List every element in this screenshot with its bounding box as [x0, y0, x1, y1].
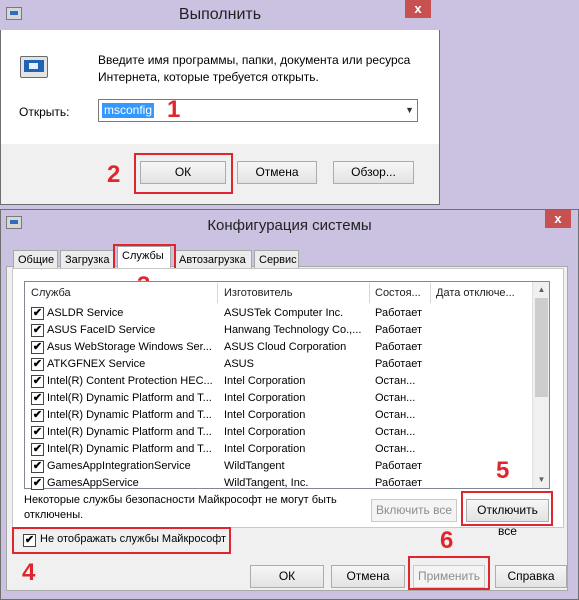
run-open-input-value[interactable]: msconfig [102, 103, 155, 118]
service-name: ASLDR Service [47, 307, 124, 319]
scroll-up-icon[interactable]: ▲ [533, 282, 550, 297]
service-status: Остан... [375, 443, 416, 455]
service-status: Остан... [375, 426, 416, 438]
service-name: ASUS FaceID Service [47, 324, 156, 336]
service-checkbox[interactable]: ✔ [31, 426, 44, 439]
service-status: Работает [375, 460, 423, 472]
service-name: Intel(R) Dynamic Platform and T... [47, 426, 212, 438]
services-scrollbar[interactable]: ▲ ▼ [532, 282, 549, 488]
service-status: Работает [375, 324, 423, 336]
service-status: Остан... [375, 375, 416, 387]
table-row[interactable]: ✔ GamesAppIntegrationService WildTangent Ра… [26, 458, 532, 475]
table-row[interactable]: ✔ ATKGFNEX Service ASUS Работает [26, 356, 532, 373]
disable-all-button[interactable]: Отключить все [466, 499, 549, 538]
service-checkbox[interactable]: ✔ [31, 409, 44, 422]
service-vendor: Intel Corporation [224, 375, 306, 387]
services-note: Некоторые службы безопасности Майкрософт… [24, 494, 337, 521]
run-open-label: Открыть: [19, 105, 70, 119]
column-divider[interactable] [369, 283, 370, 303]
run-body [1, 30, 439, 144]
service-vendor: Intel Corporation [224, 443, 306, 455]
table-row[interactable]: ✔ GamesAppService WildTangent, Inc. Работае… [26, 475, 532, 492]
service-name: Intel(R) Dynamic Platform and T... [47, 392, 212, 404]
run-ok-button[interactable]: ОК [140, 161, 226, 184]
service-vendor: Intel Corporation [224, 426, 306, 438]
annotation-6: 6 [440, 527, 454, 554]
column-header-vendor[interactable]: Изготовитель [224, 283, 364, 303]
service-vendor: Hanwang Technology Co.,... [224, 324, 362, 336]
service-name: Intel(R) Content Protection HEC... [47, 375, 213, 387]
column-divider[interactable] [217, 283, 218, 303]
service-status: Работает [375, 341, 423, 353]
service-name: ATKGFNEX Service [47, 358, 146, 370]
enable-all-button[interactable]: Включить все [371, 499, 457, 522]
service-vendor: WildTangent, Inc. [224, 477, 309, 489]
service-vendor: ASUSTek Computer Inc. [224, 307, 344, 319]
hide-ms-services-label[interactable]: Не отображать службы Майкрософт [40, 533, 226, 545]
column-header-status[interactable]: Состоя... [375, 283, 427, 303]
service-checkbox[interactable]: ✔ [31, 443, 44, 456]
service-status: Работает [375, 358, 423, 370]
service-vendor: Intel Corporation [224, 392, 306, 404]
scroll-down-icon[interactable]: ▼ [533, 472, 550, 487]
service-checkbox[interactable]: ✔ [31, 392, 44, 405]
table-row[interactable]: ✔ Intel(R) Content Protection HEC... Intel… [26, 373, 532, 390]
service-checkbox[interactable]: ✔ [31, 358, 44, 371]
column-divider[interactable] [430, 283, 431, 303]
service-status: Остан... [375, 409, 416, 421]
help-button[interactable]: Справка [495, 565, 567, 588]
annotation-1: 1 [167, 96, 181, 123]
table-row[interactable]: ✔ Intel(R) Dynamic Platform and T... Intel… [26, 390, 532, 407]
service-vendor: WildTangent [224, 460, 285, 472]
column-header-disable-date[interactable]: Дата отключе... [436, 283, 531, 303]
service-name: Intel(R) Dynamic Platform and T... [47, 409, 212, 421]
sysconfig-ok-button[interactable]: ОК [250, 565, 324, 588]
service-name: GamesAppIntegrationService [47, 460, 191, 472]
service-vendor: ASUS [224, 358, 254, 370]
service-checkbox[interactable]: ✔ [31, 460, 44, 473]
service-checkbox[interactable]: ✔ [31, 324, 44, 337]
run-open-combobox[interactable]: msconfig ▼ [98, 99, 418, 122]
sysconfig-cancel-button[interactable]: Отмена [331, 565, 405, 588]
service-checkbox[interactable]: ✔ [31, 341, 44, 354]
table-row[interactable]: ✔ Intel(R) Dynamic Platform and T... Intel… [26, 407, 532, 424]
run-title: Выполнить [178, 6, 262, 23]
table-row[interactable]: ✔ Intel(R) Dynamic Platform and T... Intel… [26, 441, 532, 458]
service-name: Intel(R) Dynamic Platform and T... [47, 443, 212, 455]
table-row[interactable]: ✔ ASLDR Service ASUSTek Computer Inc. Работ… [26, 305, 532, 322]
service-vendor: ASUS Cloud Corporation [224, 341, 347, 353]
annotation-2: 2 [107, 161, 121, 188]
run-program-icon [20, 56, 48, 78]
service-checkbox[interactable]: ✔ [31, 477, 44, 490]
annotation-5: 5 [496, 457, 510, 484]
sysconfig-close-button[interactable]: x [545, 210, 571, 228]
table-row[interactable]: ✔ ASUS FaceID Service Hanwang Technology C… [26, 322, 532, 339]
table-row[interactable]: ✔ Asus WebStorage Windows Ser... ASUS Clou… [26, 339, 532, 356]
run-description: Введите имя программы, папки, документа … [98, 53, 411, 84]
service-status: Работает [375, 477, 423, 489]
apply-button[interactable]: Применить [413, 565, 485, 588]
service-checkbox[interactable]: ✔ [31, 375, 44, 388]
scrollbar-thumb[interactable] [535, 298, 548, 397]
table-row[interactable]: ✔ Intel(R) Dynamic Platform and T... Intel… [26, 424, 532, 441]
chevron-down-icon[interactable]: ▼ [405, 105, 414, 115]
run-close-button[interactable]: x [405, 0, 431, 18]
run-cancel-button[interactable]: Отмена [237, 161, 317, 184]
hide-ms-services-checkbox[interactable]: ✔ [23, 534, 36, 547]
service-name: Asus WebStorage Windows Ser... [47, 341, 212, 353]
annotation-4: 4 [22, 559, 36, 586]
column-header-service[interactable]: Служба [31, 283, 211, 303]
service-name: GamesAppService [47, 477, 139, 489]
service-status: Работает [375, 307, 423, 319]
service-status: Остан... [375, 392, 416, 404]
service-checkbox[interactable]: ✔ [31, 307, 44, 320]
run-browse-button[interactable]: Обзор... [333, 161, 414, 184]
sysconfig-title: Конфигурация системы [207, 217, 372, 234]
service-vendor: Intel Corporation [224, 409, 306, 421]
